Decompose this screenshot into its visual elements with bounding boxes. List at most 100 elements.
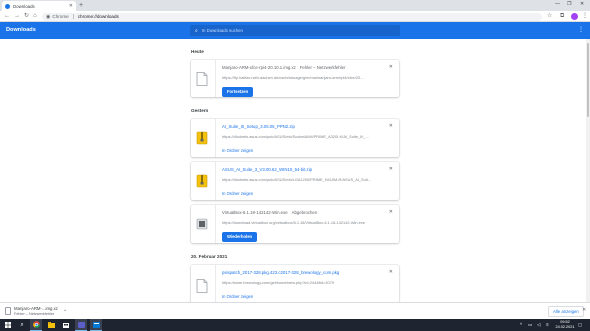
bookmark-star-icon[interactable]: ☆ [547, 12, 552, 20]
more-actions-icon[interactable]: ⋮ [578, 27, 584, 34]
download-card: ASUS_AI_Suite_3_V3.00.62_WIN10_64-bit.zi… [191, 162, 399, 200]
remove-entry-icon[interactable]: ✕ [389, 166, 393, 172]
downloads-favicon-icon [5, 3, 10, 9]
card-divider [215, 60, 216, 97]
site-label: Chrome [52, 14, 69, 19]
shelf-file-status: Fehler – Netzwerkfehler [14, 312, 55, 316]
download-card: Manjaro-ARM-xfce-rpi4-20.10.1.img.xz Fehl… [191, 60, 399, 97]
scroll-thumb[interactable] [587, 43, 589, 117]
minimize-icon[interactable]: — [555, 1, 560, 7]
zip-archive-icon [196, 131, 208, 145]
remove-entry-icon[interactable]: ✕ [389, 123, 393, 129]
remove-entry-icon[interactable]: ✕ [389, 269, 393, 275]
address-bar[interactable]: ◉ Chrome chrome://downloads [42, 12, 542, 21]
maximize-icon[interactable]: ❐ [567, 1, 571, 7]
volume-icon[interactable]: ◁ [537, 322, 541, 328]
download-shelf: Manjaro-ARM-...img.xz Fehler – Netzwerkf… [0, 302, 590, 319]
page-scrollbar[interactable] [586, 39, 590, 302]
download-card: AI_Suite_III_Setup_3.05.05_PPN2.zip http… [191, 119, 399, 157]
downloads-list: Heute Manjaro-ARM-xfce-rpi4-20.10.1.img.… [0, 39, 586, 302]
url-text: chrome://downloads [77, 14, 119, 19]
card-body: VirtualBox-6.1.18-142142-Win.exe Abgebroc… [222, 210, 385, 243]
remove-entry-icon[interactable]: ✕ [389, 209, 393, 215]
download-url: https://store.brewology.com/get/homebrew… [222, 280, 334, 285]
file-name-link[interactable]: ASUS_AI_Suite_3_V3.00.62_WIN10_64-bit.zi… [222, 167, 385, 172]
shelf-close-icon[interactable]: ✕ [582, 307, 586, 313]
remove-entry-icon[interactable]: ✕ [389, 64, 393, 70]
chrome-taskbar-icon[interactable] [30, 319, 42, 331]
resume-button[interactable]: Fortsetzen [222, 86, 254, 97]
file-explorer-icon[interactable] [45, 319, 57, 331]
tray-overflow-icon[interactable]: ^ [520, 322, 522, 327]
download-url: https://ftp.halifax.rwth-aachen.de/osdn/… [222, 75, 365, 80]
date-heading: Gestern [191, 108, 209, 113]
new-tab-button[interactable]: + [79, 2, 83, 9]
extensions-icon[interactable]: ⧉ [560, 12, 564, 20]
taskbar-clock[interactable]: 09:52 24.02.2021 [554, 320, 576, 330]
window-close-icon[interactable]: ✕ [580, 1, 584, 7]
tab-strip: Downloads ✕ + — ❐ ✕ [0, 0, 590, 11]
card-divider [215, 162, 216, 200]
notifications-icon[interactable]: ▢ [578, 322, 582, 328]
file-name-row: VirtualBox-6.1.18-142142-Win.exe Abgebroc… [222, 210, 385, 215]
file-name-link[interactable]: psispatch_2017-328.pkg.423.c2017-328_bre… [222, 270, 385, 275]
installer-icon [196, 218, 208, 230]
file-name: VirtualBox-6.1.18-142142-Win.exe [222, 210, 288, 215]
file-icon [196, 72, 208, 86]
search-icon: ⌕ [195, 27, 198, 34]
shelf-file-icon [5, 307, 11, 315]
download-card: VirtualBox-6.1.18-142142-Win.exe Abgebroc… [191, 205, 399, 243]
date-heading: Heute [191, 49, 204, 54]
tab-title: Downloads [13, 3, 35, 9]
zip-archive-icon [196, 174, 208, 188]
download-url: https://download.virtualbox.org/virtualb… [222, 220, 365, 225]
card-divider [215, 119, 216, 157]
profile-avatar[interactable] [571, 13, 578, 20]
search-box[interactable]: ⌕ [190, 25, 400, 36]
card-divider [215, 205, 216, 243]
app-taskbar-icon[interactable] [75, 319, 87, 331]
taskbar: ⌕ ^ ▭ ◁ ≡ 09:52 24.02.2021 ▢ [0, 319, 590, 331]
file-name: Manjaro-ARM-xfce-rpi4-20.10.1.img.xz [222, 65, 296, 70]
omnibox-divider [72, 14, 74, 19]
windows-start-icon[interactable] [2, 319, 14, 331]
home-button[interactable]: ⌂ [33, 12, 37, 20]
browser-toolbar: ← → ↻ ⌂ ◉ Chrome chrome://downloads ☆ ⧉ … [0, 11, 590, 22]
back-button[interactable]: ← [4, 12, 10, 20]
file-name-link[interactable]: AI_Suite_III_Setup_3.05.05_PPN2.zip [222, 124, 385, 129]
page-title: Downloads [6, 27, 36, 33]
search-input[interactable] [201, 28, 392, 33]
card-divider [215, 265, 216, 302]
reload-button[interactable]: ↻ [24, 12, 29, 20]
download-url: https://dlcdnets.asus.com/pub/ASUS/mb/LG… [222, 177, 371, 182]
card-body: psispatch_2017-328.pkg.423.c2017-328_bre… [222, 270, 385, 302]
search-taskbar-icon[interactable]: ⌕ [16, 319, 28, 331]
network-icon[interactable]: ▭ [528, 322, 532, 328]
downloads-header: Downloads ⌕ ⋮ [0, 22, 590, 39]
clock-date: 24.02.2021 [555, 325, 575, 329]
download-status: Abgebrochen [291, 210, 318, 215]
card-body: ASUS_AI_Suite_3_V3.00.62_WIN10_64-bit.zi… [222, 167, 385, 200]
store-icon[interactable] [60, 319, 72, 331]
show-all-button[interactable]: Alle anzeigen [548, 306, 584, 317]
date-heading: 20. Februar 2021 [191, 254, 228, 259]
show-in-folder-link[interactable]: In Ordner zeigen [222, 148, 253, 153]
file-icon [196, 279, 208, 293]
window-taskbar-icon[interactable] [90, 319, 102, 331]
card-body: AI_Suite_III_Setup_3.05.05_PPN2.zip http… [222, 124, 385, 157]
forward-button[interactable]: → [14, 12, 20, 20]
show-in-folder-link[interactable]: In Ordner zeigen [222, 294, 253, 299]
retry-button[interactable]: Wiederholen [222, 231, 258, 242]
browser-menu-icon[interactable]: ⋮ [582, 12, 588, 20]
chevron-down-icon[interactable]: ⌄ [63, 307, 67, 313]
chrome-site-icon: ◉ [46, 13, 51, 20]
input-language-icon[interactable]: ≡ [546, 322, 549, 327]
shelf-file-name[interactable]: Manjaro-ARM-...img.xz [14, 306, 58, 311]
download-card: psispatch_2017-328.pkg.423.c2017-328_bre… [191, 265, 399, 302]
card-body: Manjaro-ARM-xfce-rpi4-20.10.1.img.xz Fehl… [222, 65, 385, 98]
file-name-row: Manjaro-ARM-xfce-rpi4-20.10.1.img.xz Fehl… [222, 65, 385, 70]
show-in-folder-link[interactable]: In Ordner zeigen [222, 191, 253, 196]
tab-downloads[interactable]: Downloads ✕ [2, 1, 76, 11]
tab-close-icon[interactable]: ✕ [69, 3, 73, 9]
download-url: https://dlcdnets.asus.com/pub/ASUS/mb/So… [222, 134, 369, 139]
